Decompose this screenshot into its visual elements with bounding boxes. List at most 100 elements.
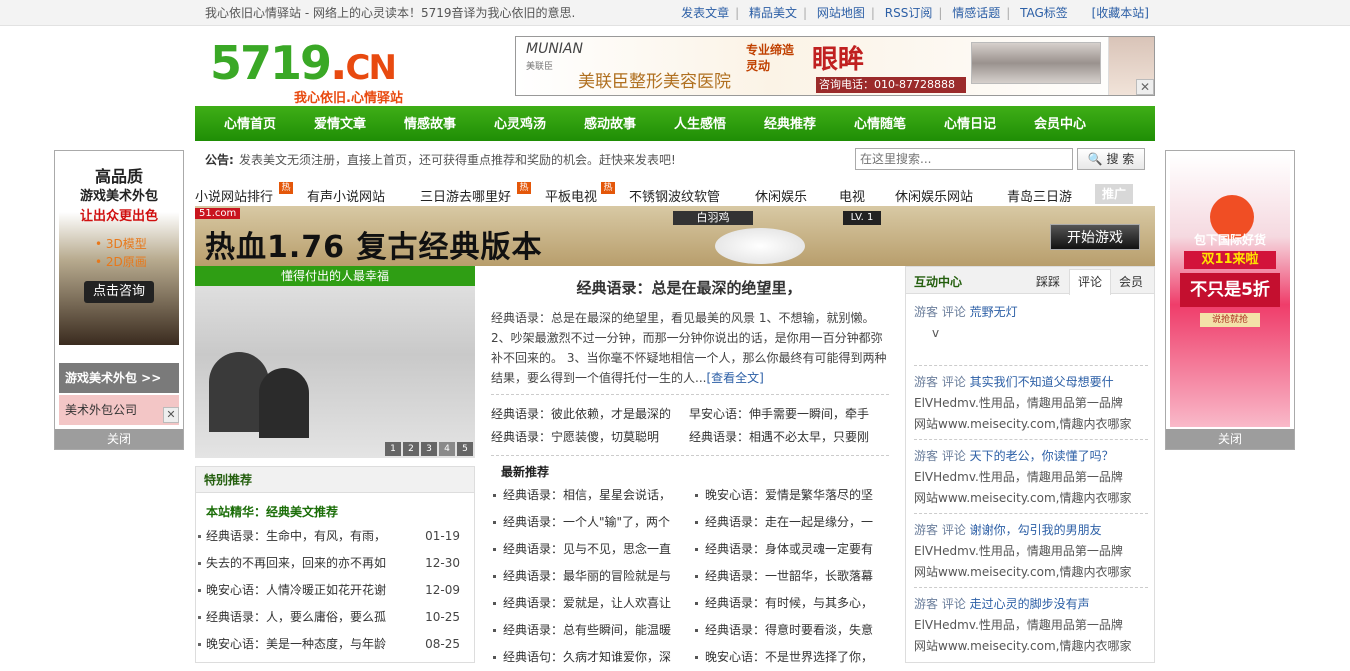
ad-close-icon[interactable]: ✕ [1136, 79, 1154, 95]
link-emotion-topics[interactable]: 情感话题 [946, 6, 1006, 20]
link-sitemap[interactable]: 网站地图 [811, 6, 871, 20]
nav-diary[interactable]: 心情日记 [925, 106, 1015, 143]
link-fine-essays[interactable]: 精品美文 [743, 6, 803, 20]
latest-header: 最新推荐 [501, 465, 550, 479]
left-float-ad: 高品质 游戏美术外包 让出众更出色 • 3D模型 • 2D原画 点击咨询 游戏美… [54, 150, 184, 450]
promo-tag[interactable]: 推广 [1095, 184, 1133, 204]
slider-page-3[interactable]: 3 [421, 442, 437, 456]
start-game-button[interactable]: 开始游戏 [1050, 224, 1140, 250]
list-item[interactable]: 经典语录：相遇不必太早，只要刚 [689, 426, 887, 449]
link-rss[interactable]: RSS订阅 [879, 6, 939, 20]
item-title[interactable]: 经典语录：生命中，有风，有雨， [206, 529, 386, 543]
ad-phone: 咨询电话：010-87728888 [816, 77, 966, 93]
hotlink-9[interactable]: 青岛三日游 [1007, 186, 1072, 205]
list-item[interactable]: 经典语录：最华丽的冒险就是与 [491, 563, 693, 590]
center-column: 经典语录：总是在最深的绝望里， 经典语录：总是在最深的绝望里，看见最美的风景 1… [481, 266, 897, 664]
list-item[interactable]: 失去的不再回来，回来的亦不再如 12-30 [196, 550, 474, 577]
item-title[interactable]: 晚安心语：人情冷暖正如花开花谢 [206, 583, 386, 597]
list-item[interactable]: 经典语录：有时候，与其多心， [693, 590, 893, 617]
nav-member-center[interactable]: 会员中心 [1015, 106, 1105, 143]
hotlink-4[interactable]: 平板电视 [545, 186, 597, 205]
list-item[interactable]: 经典语录：见与不见，思念一直 [491, 536, 693, 563]
double11-ad[interactable]: 双11来啦 不只是5折 说抢就抢 包下国际好货 [1170, 155, 1290, 427]
list-item[interactable]: 经典语录：走在一起是缘分，一 [693, 509, 893, 536]
hotlink-7[interactable]: 电视 [839, 186, 865, 205]
hot-badge: 热 [601, 182, 615, 194]
tab-comments[interactable]: 评论 [1069, 269, 1111, 295]
image-slider[interactable]: 懂得付出的人最幸福 1 2 3 4 5 [195, 266, 475, 458]
nav-essays[interactable]: 心情随笔 [835, 106, 925, 143]
read-more-link[interactable]: [查看全文] [706, 371, 763, 385]
list-item[interactable]: 晚安心语：美是一种态度，与年龄 08-25 [196, 631, 474, 658]
list-item[interactable]: 经典语录：爱就是，让人欢喜让 [491, 590, 693, 617]
special-featured[interactable]: 本站精华：经典美文推荐 [196, 493, 474, 523]
link-post-article[interactable]: 发表文章 [675, 6, 735, 20]
slider-page-2[interactable]: 2 [403, 442, 419, 456]
hotlink-3[interactable]: 三日游去哪里好 [420, 186, 511, 205]
list-item[interactable]: 经典语录：彼此依赖，才是最深的 [491, 403, 689, 426]
comment-link[interactable]: 走过心灵的脚步没有声 [970, 597, 1090, 611]
list-item[interactable]: 经典语录：人，要么庸俗，要么孤 10-25 [196, 604, 474, 631]
slider-page-1[interactable]: 1 [385, 442, 401, 456]
close-left-ad-button[interactable]: 关闭 [55, 429, 183, 449]
close-icon[interactable]: ✕ [163, 407, 179, 423]
nav-classics[interactable]: 经典推荐 [745, 106, 835, 143]
tab-members[interactable]: 会员 [1119, 273, 1143, 290]
comment-link[interactable]: 天下的老公，你读懂了吗？ [970, 449, 1114, 463]
list-item[interactable]: 晚安心语：爱情是繁华落尽的坚 [693, 482, 893, 509]
list-item[interactable]: 经典语录：总有些瞬间，能温暖 [491, 617, 693, 644]
list-item[interactable]: 经典语录：宁愿装傻，切莫聪明 [491, 426, 689, 449]
slider-page-5[interactable]: 5 [457, 442, 473, 456]
ad-brand-en: MUNIAN [526, 41, 583, 57]
nav-emotion-stories[interactable]: 情感故事 [385, 106, 475, 143]
close-right-ad-button[interactable]: 关闭 [1166, 429, 1294, 449]
list-item[interactable]: 晚安心语：不是世界选择了你， [693, 644, 893, 671]
hotlink-5[interactable]: 不锈钢波纹软管 [629, 186, 720, 205]
search-input[interactable] [855, 148, 1073, 170]
comment-link[interactable]: 谢谢你，勾引我的男朋友 [970, 523, 1102, 537]
art-outsourcing-ad[interactable]: 高品质 游戏美术外包 让出众更出色 • 3D模型 • 2D原画 点击咨询 [59, 155, 179, 345]
list-item[interactable]: 晚安心语：人情冷暖正如花开花谢 12-09 [196, 577, 474, 604]
list-item[interactable]: 经典语录：相信，星星会说话， [491, 482, 693, 509]
slider-image[interactable]: 1 2 3 4 5 [195, 286, 475, 458]
nav-chicken-soup[interactable]: 心灵鸡汤 [475, 106, 565, 143]
article-title[interactable]: 经典语录：总是在最深的绝望里， [481, 277, 897, 298]
notice-message[interactable]: 发表美文无须注册，直接上首页，还可获得重点推荐和奖励的机会。赶快来发表吧! [239, 151, 676, 168]
list-item[interactable]: 经典语录：一世韶华，长歌落幕 [693, 563, 893, 590]
site-logo[interactable]: 5719.CN 我心依旧.心情驿站 [210, 40, 450, 106]
comment-link[interactable]: 荒野无灯 [970, 305, 1018, 319]
nav-touching-stories[interactable]: 感动故事 [565, 106, 655, 143]
item-title[interactable]: 经典语录：人，要么庸俗，要么孤 [206, 610, 386, 624]
child-figure [259, 368, 309, 438]
consult-button[interactable]: 点击咨询 [84, 281, 154, 303]
list-item[interactable]: 经典语句：久病才知谁爱你，深 [491, 644, 693, 671]
nav-life-insights[interactable]: 人生感悟 [655, 106, 745, 143]
hotlink-6[interactable]: 休闲娱乐 [755, 186, 807, 205]
bookmark-link[interactable]: [收藏本站] [1078, 6, 1155, 20]
game-banner-ad[interactable]: 51.com 热血1.76 复古经典版本 白羽鸡 LV. 1 开始游戏 [195, 206, 1155, 266]
link-tags[interactable]: TAG标签 [1014, 6, 1074, 20]
list-item[interactable]: 经典语录：一个人"输"了，两个 [491, 509, 693, 536]
tab-cai[interactable]: 踩踩 [1036, 273, 1060, 290]
hotlink-8[interactable]: 休闲娱乐网站 [895, 186, 973, 205]
hospital-banner-ad[interactable]: MUNIAN 美联臣 美联臣整形美容医院 专业缔造 灵动 眼眸 咨询电话：010… [515, 36, 1155, 96]
list-item[interactable]: 经典语录：得意时要看淡，失意 [693, 617, 893, 644]
ad-button[interactable]: 说抢就抢 [1200, 313, 1260, 327]
item-title[interactable]: 失去的不再回来，回来的亦不再如 [206, 556, 386, 570]
list-item[interactable]: 经典语录：生命中，有风，有雨， 01-19 [196, 523, 474, 550]
art-outsourcing-link[interactable]: 游戏美术外包 >> [59, 363, 179, 393]
comment-link[interactable]: 其实我们不知道父母想要什 [970, 375, 1114, 389]
comment-body: 网站www.meisecity.com,情趣内衣哪家 [914, 639, 1132, 653]
nav-home[interactable]: 心情首页 [205, 106, 295, 143]
slider-page-4[interactable]: 4 [439, 442, 455, 456]
art-company-link[interactable]: 美术外包公司 [59, 395, 179, 425]
list-item[interactable]: 早安心语：伸手需要一瞬间，牵手 [689, 403, 887, 426]
item-title[interactable]: 晚安心语：美是一种态度，与年龄 [206, 637, 386, 651]
hotlink-1[interactable]: 小说网站排行 [195, 186, 273, 205]
slider-caption[interactable]: 懂得付出的人最幸福 [195, 266, 475, 286]
search-button[interactable]: 🔍 搜 索 [1077, 148, 1145, 170]
hotlink-2[interactable]: 有声小说网站 [307, 186, 385, 205]
list-item[interactable]: 经典语录：身体或灵魂一定要有 [693, 536, 893, 563]
top-links: 发表文章 | 精品美文 | 网站地图 | RSS订阅 | 情感话题 | TAG标签 [收藏… [675, 0, 1155, 26]
nav-love-articles[interactable]: 爱情文章 [295, 106, 385, 143]
